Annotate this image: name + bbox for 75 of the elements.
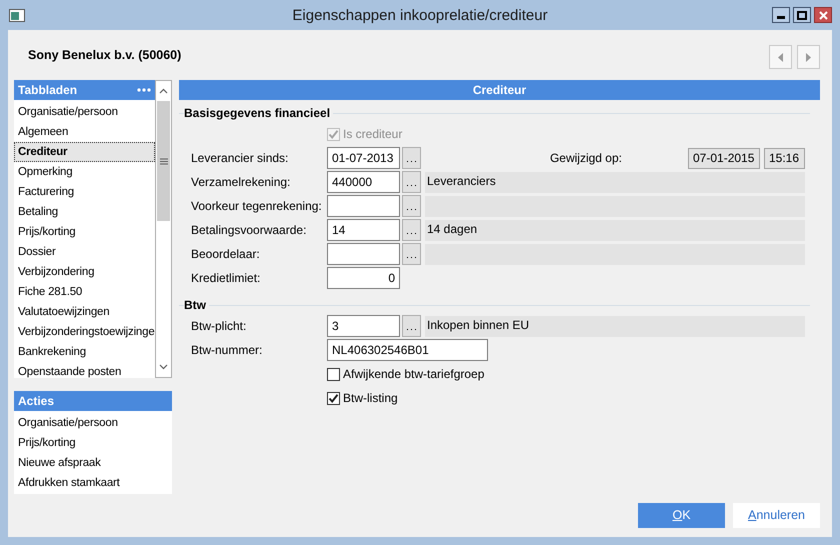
scrollbar[interactable] [155, 80, 172, 378]
left-triangle-icon [778, 52, 783, 62]
field-label: Btw-plicht: [191, 319, 248, 333]
grip-icon [160, 158, 168, 164]
tab-item[interactable]: Opmerking [14, 162, 155, 182]
relation-name: Sony Benelux b.v. (50060) [28, 48, 182, 62]
cancel-button[interactable]: Annuleren [733, 503, 820, 528]
input-field[interactable]: 14 [327, 219, 400, 241]
field-label: Voorkeur tegenrekening: [191, 199, 323, 213]
tab-item[interactable]: Valutatoewijzingen [14, 302, 155, 322]
input-field[interactable]: NL406302546B01 [327, 339, 488, 361]
tab-item[interactable]: Algemeen [14, 122, 155, 142]
tab-item[interactable]: Organisatie/persoon [14, 102, 155, 122]
action-item[interactable]: Organisatie/persoon [14, 413, 172, 433]
field-label: Gewijzigd op: [550, 151, 622, 165]
field-label: Betalingsvoorwaarde: [191, 223, 308, 237]
input-field[interactable] [327, 243, 400, 265]
tab-item[interactable]: Crediteur [14, 142, 155, 162]
panel-title: Crediteur [472, 83, 526, 97]
checkbox[interactable] [327, 368, 340, 380]
chevron-down-icon [159, 364, 168, 370]
close-button[interactable] [814, 7, 832, 23]
maximize-icon [797, 10, 807, 20]
browse-button[interactable] [402, 243, 421, 265]
group-title: Btw [184, 298, 206, 312]
tab-item[interactable]: Betaling [14, 202, 155, 222]
action-item[interactable]: Afdrukken stamkaart [14, 473, 172, 493]
tab-item[interactable]: Verbijzondering [14, 262, 155, 282]
close-icon [818, 10, 828, 20]
date-field: 07-01-2015 [688, 148, 760, 168]
window-title: Eigenschappen inkooprelatie/crediteur [292, 7, 548, 24]
checkbox-label: Is crediteur [343, 127, 402, 141]
group-title: Basisgegevens financieel [184, 106, 330, 120]
maximize-button[interactable] [793, 7, 811, 23]
input-field[interactable]: 0 [327, 267, 400, 289]
input-field[interactable]: 01-07-2013 [327, 147, 400, 169]
browse-button[interactable] [402, 147, 421, 169]
tab-item[interactable]: Verbijzonderingstoewijzinge [14, 322, 155, 342]
checkbox[interactable] [327, 392, 340, 404]
input-field[interactable]: 440000 [327, 171, 400, 193]
field-label: Kredietlimiet: [191, 271, 262, 285]
previous-button[interactable] [769, 45, 792, 69]
panel-title: Tabbladen [18, 83, 78, 97]
action-item[interactable]: Nieuwe afspraak [14, 453, 172, 473]
tab-item[interactable]: Fiche 281.50 [14, 282, 155, 302]
panel-title: Acties [18, 394, 54, 408]
right-triangle-icon [806, 52, 811, 62]
next-button[interactable] [797, 45, 820, 69]
input-field[interactable]: 3 [327, 315, 400, 337]
chevron-up-icon [159, 88, 168, 94]
ok-button[interactable]: OK [638, 503, 725, 528]
browse-button[interactable] [402, 219, 421, 241]
tab-item[interactable]: Openstaande posten [14, 362, 155, 378]
tab-item[interactable]: Prijs/korting [14, 222, 155, 242]
time-field: 15:16 [764, 148, 805, 168]
browse-button[interactable] [402, 195, 421, 217]
checkbox-label: Afwijkende btw-tariefgroep [343, 367, 484, 381]
more-icon[interactable] [137, 88, 151, 92]
browse-button[interactable] [402, 315, 421, 337]
description-field: 14 dagen [425, 220, 805, 240]
checkbox-label: Btw-listing [343, 391, 398, 405]
action-item[interactable]: Prijs/korting [14, 433, 172, 453]
input-field[interactable] [327, 195, 400, 217]
description-field: Inkopen binnen EU [425, 316, 805, 336]
window-icon [9, 8, 25, 22]
tab-item[interactable]: Bankrekening [14, 342, 155, 362]
tab-item[interactable]: Dossier [14, 242, 155, 262]
field-label: Verzamelrekening: [191, 175, 292, 189]
field-label: Beoordelaar: [191, 247, 261, 261]
tab-item[interactable]: Facturering [14, 182, 155, 202]
browse-button[interactable] [402, 171, 421, 193]
field-label: Btw-nummer: [191, 343, 264, 357]
field-label: Leverancier sinds: [191, 151, 290, 165]
description-field: Leveranciers [425, 172, 805, 192]
minimize-button[interactable] [772, 7, 790, 23]
